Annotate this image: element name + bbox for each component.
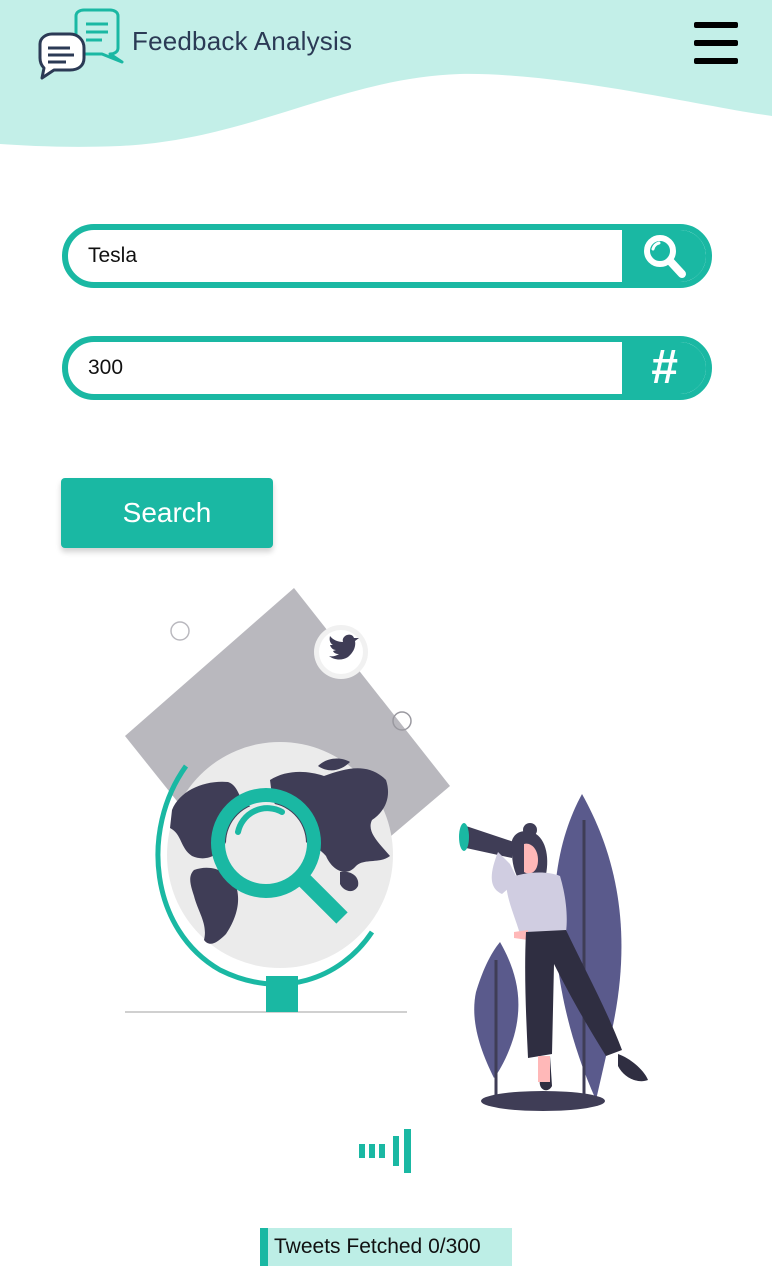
- tweets-fetched-status: Tweets Fetched 0/300: [260, 1228, 512, 1266]
- keyword-input[interactable]: [88, 230, 608, 282]
- menu-line: [694, 22, 738, 28]
- menu-line: [694, 58, 738, 64]
- ground-shadow: [481, 1091, 605, 1111]
- chat-bubbles-icon: [38, 8, 124, 80]
- hamburger-menu-icon[interactable]: [694, 22, 738, 64]
- tweet-count-field: #: [62, 336, 712, 400]
- search-button[interactable]: Search: [61, 478, 273, 548]
- keyword-search-field: [62, 224, 712, 288]
- status-accent-bar: [260, 1228, 268, 1266]
- tweets-fetched-text: Tweets Fetched 0/300: [274, 1235, 481, 1258]
- hash-icon[interactable]: #: [622, 342, 706, 394]
- app-title: Feedback Analysis: [132, 26, 353, 56]
- decor-circle: [170, 621, 190, 641]
- magnifier-icon: [644, 235, 686, 278]
- loading-bars-icon: [359, 1129, 411, 1173]
- hash-glyph: #: [650, 341, 678, 394]
- keyword-search-icon-button[interactable]: [622, 230, 706, 282]
- globe-and-telescope-illustration: [125, 588, 648, 1111]
- tweet-count-input[interactable]: [88, 342, 608, 394]
- menu-line: [694, 40, 738, 46]
- twitter-bird-icon: [314, 625, 368, 679]
